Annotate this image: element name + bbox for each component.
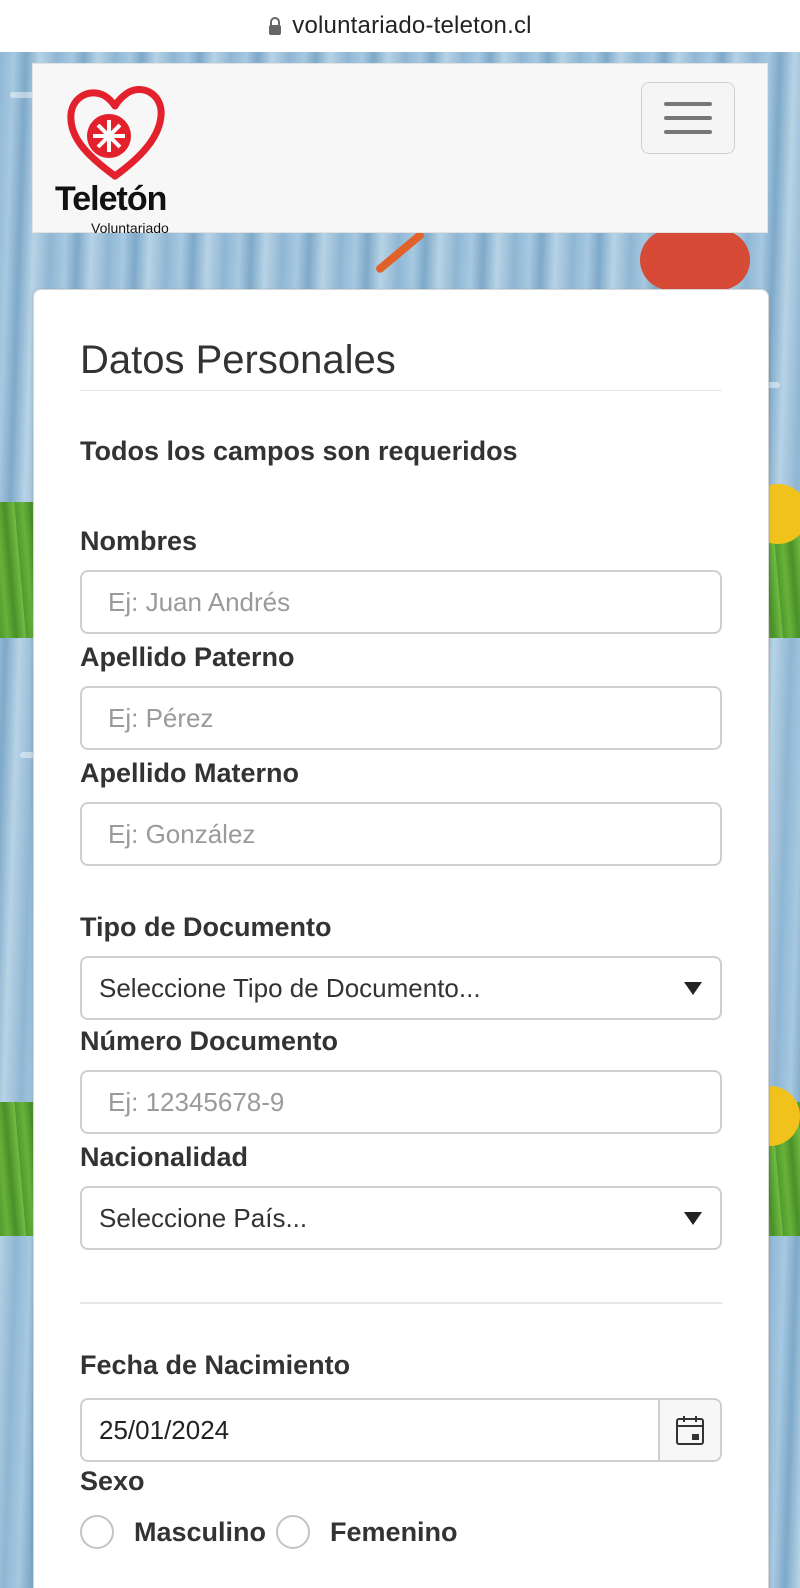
title-divider bbox=[80, 390, 722, 391]
apellido-materno-input[interactable] bbox=[80, 802, 722, 866]
brand-subtitle: Voluntariado bbox=[91, 220, 169, 236]
numero-documento-input[interactable] bbox=[80, 1070, 722, 1134]
nacionalidad-selected: Seleccione País... bbox=[99, 1202, 308, 1233]
hamburger-menu-button[interactable] bbox=[641, 82, 735, 154]
numero-documento-label: Número Documento bbox=[80, 1026, 339, 1056]
tipo-documento-selected: Seleccione Tipo de Documento... bbox=[99, 972, 481, 1003]
calendar-button[interactable] bbox=[658, 1400, 720, 1460]
radio-femenino-label[interactable]: Femenino bbox=[330, 1517, 458, 1548]
radio-masculino[interactable] bbox=[80, 1515, 114, 1549]
fecha-nacimiento-field[interactable]: 25/01/2024 bbox=[80, 1398, 722, 1462]
nombres-input[interactable] bbox=[80, 570, 722, 634]
apellido-paterno-label: Apellido Paterno bbox=[80, 642, 295, 672]
caret-down-icon bbox=[684, 1212, 702, 1225]
heart-logo-icon bbox=[67, 86, 165, 180]
lock-icon bbox=[269, 17, 282, 35]
apellido-materno-label: Apellido Materno bbox=[80, 758, 300, 788]
calendar-icon bbox=[676, 1416, 704, 1445]
nacionalidad-label: Nacionalidad bbox=[80, 1142, 249, 1172]
section-divider bbox=[80, 1302, 722, 1304]
tipo-documento-label: Tipo de Documento bbox=[80, 912, 332, 942]
personal-data-panel: Datos Personales Todos los campos son re… bbox=[33, 289, 769, 1588]
sexo-radio-group: Masculino Femenino bbox=[80, 1512, 468, 1552]
radio-masculino-label[interactable]: Masculino bbox=[134, 1517, 266, 1548]
hamburger-menu-icon bbox=[664, 102, 712, 106]
nacionalidad-select[interactable]: Seleccione País... bbox=[80, 1186, 722, 1250]
caret-down-icon bbox=[684, 982, 702, 995]
fecha-nacimiento-input[interactable]: 25/01/2024 bbox=[82, 1400, 658, 1460]
url-text: voluntariado-teleton.cl bbox=[292, 12, 532, 39]
required-note: Todos los campos son requeridos bbox=[80, 436, 518, 466]
navbar: Teletón Voluntariado bbox=[32, 63, 768, 236]
nombres-label: Nombres bbox=[80, 526, 198, 556]
fecha-nacimiento-label: Fecha de Nacimiento bbox=[80, 1350, 351, 1380]
apellido-paterno-input[interactable] bbox=[80, 686, 722, 750]
sexo-label: Sexo bbox=[80, 1466, 145, 1496]
tipo-documento-select[interactable]: Seleccione Tipo de Documento... bbox=[80, 956, 722, 1020]
page-title: Datos Personales bbox=[80, 338, 396, 382]
browser-url-bar[interactable]: voluntariado-teleton.cl bbox=[0, 0, 800, 52]
brand-name: Teletón bbox=[55, 180, 167, 218]
teleton-logo[interactable]: Teletón Voluntariado bbox=[53, 84, 183, 236]
radio-femenino[interactable] bbox=[276, 1515, 311, 1549]
